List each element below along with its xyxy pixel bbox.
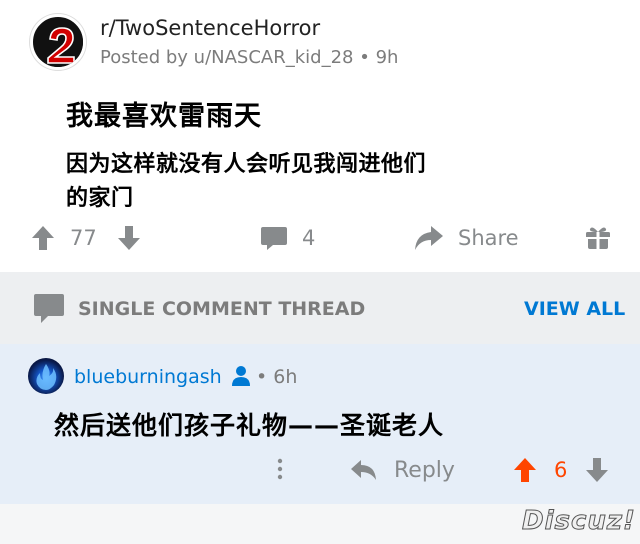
comment-icon [261, 227, 287, 250]
post-body: 因为这样就没有人会听见我闯进他们 的家门 [66, 148, 506, 216]
reply-icon [351, 460, 376, 480]
downvote-icon [586, 458, 608, 482]
comment-score: 6 [554, 458, 568, 482]
comment-action-bar: Reply 6 [0, 450, 640, 490]
share-label[interactable]: Share [458, 218, 519, 258]
comments-button[interactable] [260, 218, 288, 258]
thread-label: SINGLE COMMENT THREAD [78, 298, 366, 320]
more-options-button[interactable] [270, 450, 290, 490]
subreddit-name[interactable]: r/TwoSentenceHorror [100, 16, 320, 40]
single-comment-thread-banner: SINGLE COMMENT THREAD VIEW ALL [0, 272, 640, 344]
upvote-button[interactable] [30, 218, 56, 258]
comment: blueburningash • 6h 然后送他们孩子礼物——圣诞老人 Repl… [0, 344, 640, 504]
watermark: Discuz! [522, 506, 636, 537]
post-body-line: 因为这样就没有人会听见我闯进他们 [66, 152, 427, 177]
subreddit-logo-icon [35, 19, 83, 67]
comment-downvote-button[interactable] [584, 450, 610, 490]
post-title: 我最喜欢雷雨天 [66, 101, 262, 132]
more-vertical-icon [277, 458, 283, 480]
gift-icon [586, 227, 610, 250]
commenter-avatar[interactable] [28, 358, 64, 394]
award-button[interactable] [586, 218, 610, 258]
post-score: 77 [70, 226, 97, 250]
downvote-button[interactable] [116, 218, 142, 258]
subreddit-avatar[interactable] [30, 14, 86, 70]
comment-upvote-button[interactable] [512, 450, 538, 490]
post-action-bar: 77 4 Share [0, 218, 640, 258]
reply-label[interactable]: Reply [394, 450, 455, 490]
upvote-active-icon [514, 458, 536, 482]
comment-time: • 6h [256, 366, 298, 388]
upvote-icon [32, 226, 54, 250]
comment-thread-icon [34, 294, 64, 323]
share-icon [415, 226, 443, 250]
comments-count[interactable]: 4 [302, 218, 315, 258]
view-all-link[interactable]: VIEW ALL [524, 298, 625, 320]
reply-button[interactable] [350, 450, 378, 490]
post-meta: Posted by u/NASCAR_kid_28 • 9h [100, 47, 399, 68]
user-icon [232, 366, 250, 386]
flame-avatar-icon [36, 364, 57, 390]
comment-text: 然后送他们孩子礼物——圣诞老人 [54, 411, 445, 440]
downvote-icon [118, 226, 140, 250]
share-button[interactable] [412, 218, 444, 258]
post-card: r/TwoSentenceHorror Posted by u/NASCAR_k… [0, 0, 640, 272]
comment-username[interactable]: blueburningash [74, 366, 222, 388]
post-body-line: 的家门 [66, 186, 134, 211]
